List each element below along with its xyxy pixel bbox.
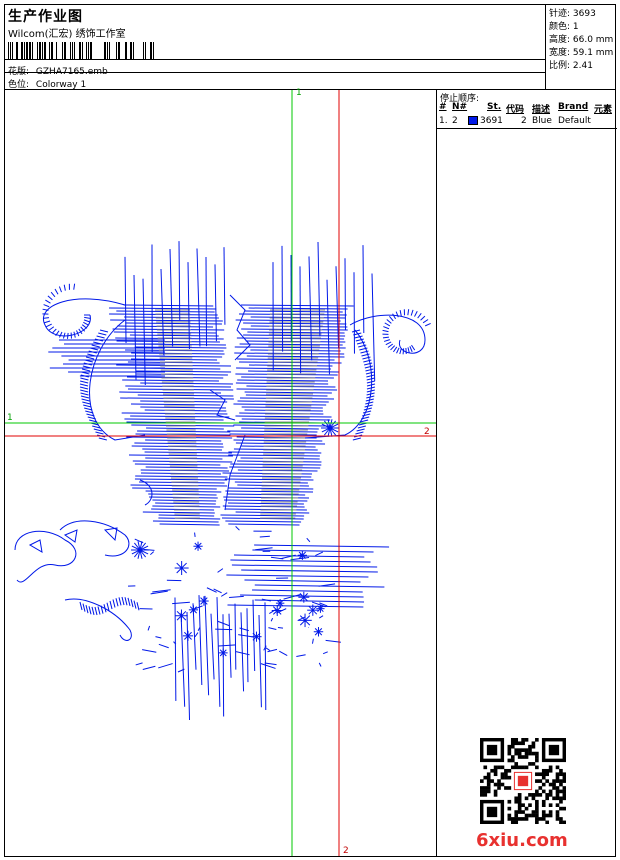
header-divider bbox=[5, 72, 545, 73]
panel-divider bbox=[437, 128, 617, 129]
column-header-element: 元素 bbox=[594, 105, 613, 115]
stitch-count: 针迹: 3693 bbox=[549, 9, 596, 19]
row-description: Blue bbox=[532, 116, 552, 126]
column-header-brand: Brand bbox=[558, 102, 589, 112]
embroidery-canvas: 1 1 2 2 bbox=[5, 88, 436, 856]
header-divider bbox=[5, 59, 545, 60]
axis-label-bottom: 2 bbox=[343, 846, 349, 856]
header-info: 生产作业图 Wilcom(汇宏) 绣饰工作室 花版: GZHA7165.emb … bbox=[5, 5, 545, 90]
row-index: 1. bbox=[439, 116, 448, 126]
column-header-stitches: St. bbox=[487, 102, 502, 112]
column-header-needle: N# bbox=[452, 102, 468, 112]
barcode bbox=[8, 42, 154, 60]
design-scale: 比例: 2.41 bbox=[549, 61, 593, 71]
design-height: 高度: 66.0 mm bbox=[549, 35, 614, 45]
axis-label-right: 2 bbox=[424, 427, 430, 437]
axis-label-left: 1 bbox=[7, 413, 13, 423]
row-stitches: 3691 bbox=[480, 116, 503, 126]
row-code: 2 bbox=[521, 116, 527, 126]
design-width: 宽度: 59.1 mm bbox=[549, 48, 614, 58]
embroidery-design bbox=[14, 241, 431, 720]
row-needle: 2 bbox=[452, 116, 458, 126]
design-file-row: 花版: GZHA7165.emb bbox=[8, 64, 108, 77]
company-name: Wilcom(汇宏) 绣饰工作室 bbox=[8, 29, 126, 40]
row-brand: Default bbox=[558, 116, 591, 126]
watermark-logo: 6xiu.com bbox=[476, 830, 568, 851]
qr-code bbox=[480, 738, 566, 824]
color-count: 颜色: 1 bbox=[549, 22, 579, 32]
column-header-index: # bbox=[439, 102, 447, 112]
column-header-description: 描述 bbox=[532, 105, 551, 115]
column-header-code: 代码 bbox=[506, 105, 525, 115]
design-stats: 针迹: 3693 颜色: 1 高度: 66.0 mm 宽度: 59.1 mm 比… bbox=[545, 5, 616, 89]
embroidery-preview bbox=[5, 90, 436, 856]
axis-label-top: 1 bbox=[296, 88, 302, 98]
color-swatch bbox=[468, 116, 478, 125]
page-title: 生产作业图 bbox=[8, 9, 83, 25]
